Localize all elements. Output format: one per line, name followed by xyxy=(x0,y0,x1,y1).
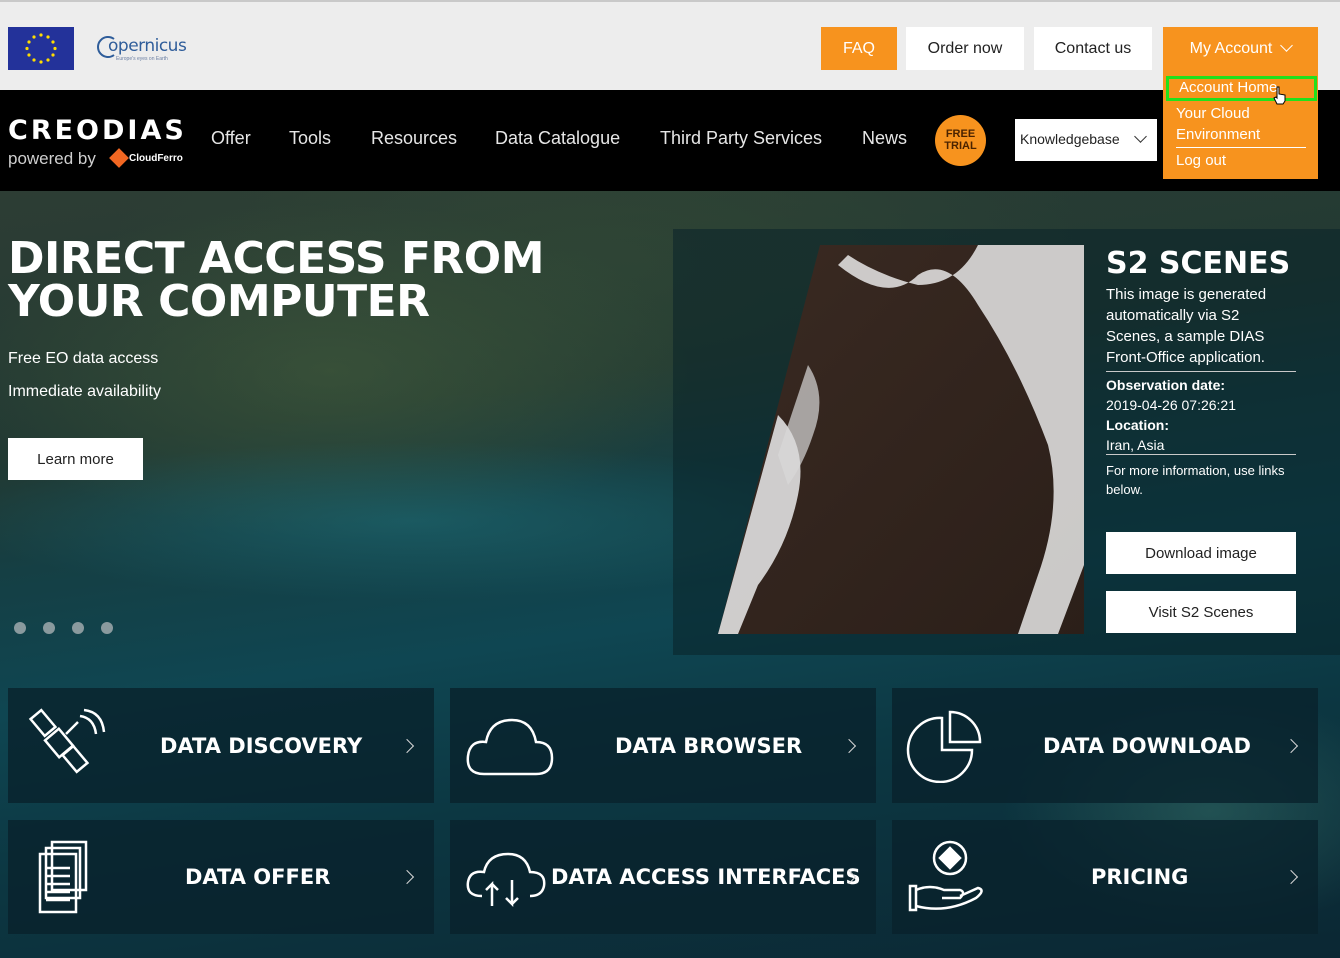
cloud-icon xyxy=(466,718,554,776)
chevron-right-icon xyxy=(399,869,415,885)
free-trial-line1: FREE xyxy=(945,128,976,140)
tile-label: DATA BROWSER xyxy=(615,733,803,758)
download-image-button[interactable]: Download image xyxy=(1106,532,1296,574)
hero-bullet-2: Immediate availability xyxy=(8,383,161,400)
nav-offer[interactable]: Offer xyxy=(211,128,251,149)
tile-label: DATA DOWNLOAD xyxy=(1043,733,1251,758)
knowledgebase-label: Knowledgebase xyxy=(1020,131,1120,147)
cloudferro-mark-icon xyxy=(109,148,129,168)
nav-tools[interactable]: Tools xyxy=(289,128,331,149)
powered-by-text: powered by xyxy=(8,149,96,168)
account-home-menu-item[interactable]: Account Home xyxy=(1166,76,1317,101)
faq-button[interactable]: FAQ xyxy=(821,27,897,70)
visit-s2-scenes-button[interactable]: Visit S2 Scenes xyxy=(1106,591,1296,633)
contact-us-label: Contact us xyxy=(1054,39,1132,57)
hero-section: DIRECT ACCESS FROM YOUR COMPUTER Free EO… xyxy=(0,191,1340,958)
chevron-right-icon xyxy=(1283,869,1299,885)
s2-location-label: Location: xyxy=(1106,415,1169,435)
free-trial-badge[interactable]: FREE TRIAL xyxy=(935,115,986,166)
faq-label: FAQ xyxy=(842,39,875,57)
slider-dot-2[interactable] xyxy=(43,622,55,634)
slider-dot-4[interactable] xyxy=(101,622,113,634)
tile-data-download[interactable]: DATA DOWNLOAD xyxy=(892,688,1318,803)
slider-dots xyxy=(14,622,113,634)
my-account-button[interactable]: My Account xyxy=(1163,27,1318,70)
chevron-down-icon xyxy=(1280,39,1294,52)
s2-title: S2 SCENES xyxy=(1106,246,1291,281)
cloud-environment-menu-item[interactable]: Your Cloud Environment xyxy=(1176,103,1306,148)
tile-data-browser[interactable]: DATA BROWSER xyxy=(450,688,876,803)
s2-description: This image is generated automatically vi… xyxy=(1106,284,1296,372)
chevron-right-icon xyxy=(1283,738,1299,753)
slider-dot-3[interactable] xyxy=(72,622,84,634)
s2-location-value: Iran, Asia xyxy=(1106,437,1165,453)
order-now-button[interactable]: Order now xyxy=(906,27,1024,70)
obs-label: Observation date: xyxy=(1106,377,1226,393)
chevron-right-icon xyxy=(399,738,415,753)
nav-data-catalogue[interactable]: Data Catalogue xyxy=(495,128,620,149)
tile-label: DATA OFFER xyxy=(185,865,331,889)
tile-pricing[interactable]: PRICING xyxy=(892,820,1318,934)
free-trial-line2: TRIAL xyxy=(944,140,977,152)
satellite-icon xyxy=(28,708,106,774)
divider xyxy=(1106,454,1296,455)
nav-third-party-services[interactable]: Third Party Services xyxy=(660,128,822,149)
pie-chart-icon xyxy=(906,710,982,783)
nav-resources[interactable]: Resources xyxy=(371,128,457,149)
hero-title: DIRECT ACCESS FROM YOUR COMPUTER xyxy=(8,233,545,327)
contact-us-button[interactable]: Contact us xyxy=(1034,27,1152,70)
tile-data-access-interfaces[interactable]: DATA ACCESS INTERFACES xyxy=(450,820,876,934)
chevron-right-icon xyxy=(841,738,857,753)
loc-label: Location: xyxy=(1106,417,1169,433)
brand-name: CREODIAS xyxy=(8,115,187,146)
documents-icon xyxy=(38,840,88,914)
account-dropdown-menu: Account Home Your Cloud Environment Log … xyxy=(1163,68,1318,179)
tile-label: DATA ACCESS INTERFACES xyxy=(551,865,861,889)
s2-observation-label: Observation date: xyxy=(1106,375,1225,395)
tile-data-discovery[interactable]: DATA DISCOVERY xyxy=(8,688,434,803)
nav-news[interactable]: News xyxy=(862,128,907,149)
tile-data-offer[interactable]: DATA OFFER xyxy=(8,820,434,934)
my-account-label: My Account xyxy=(1189,39,1273,57)
creodias-logo[interactable]: CREODIAS powered by CloudFerro xyxy=(8,115,188,175)
logout-menu-item[interactable]: Log out xyxy=(1176,150,1226,171)
cloudferro-text: CloudFerro xyxy=(129,152,183,164)
chevron-down-icon xyxy=(1134,130,1147,143)
slider-dot-1[interactable] xyxy=(14,622,26,634)
hero-bullet-1: Free EO data access xyxy=(8,350,159,367)
tile-label: DATA DISCOVERY xyxy=(160,733,363,758)
learn-more-button[interactable]: Learn more xyxy=(8,438,143,480)
s2-more-info: For more information, use links below. xyxy=(1106,463,1285,497)
mouse-pointer-icon xyxy=(1273,86,1286,105)
copernicus-tagline: Europe's eyes on Earth xyxy=(116,56,168,62)
cloudferro-logo: CloudFerro xyxy=(109,148,183,168)
satellite-scene-image xyxy=(718,245,1084,634)
eu-flag-logo xyxy=(8,27,74,70)
s2-observation-value: 2019-04-26 07:26:21 xyxy=(1106,397,1236,413)
copernicus-logo: opernicus Europe's eyes on Earth xyxy=(96,32,187,66)
order-now-label: Order now xyxy=(927,39,1003,57)
hand-coin-icon xyxy=(908,840,983,912)
copernicus-wordmark: opernicus xyxy=(108,36,187,56)
top-bar: opernicus Europe's eyes on Earth FAQ Ord… xyxy=(0,0,1340,90)
cloud-transfer-icon xyxy=(466,852,546,908)
knowledgebase-select[interactable]: Knowledgebase xyxy=(1015,119,1157,161)
tile-label: PRICING xyxy=(1091,865,1189,889)
